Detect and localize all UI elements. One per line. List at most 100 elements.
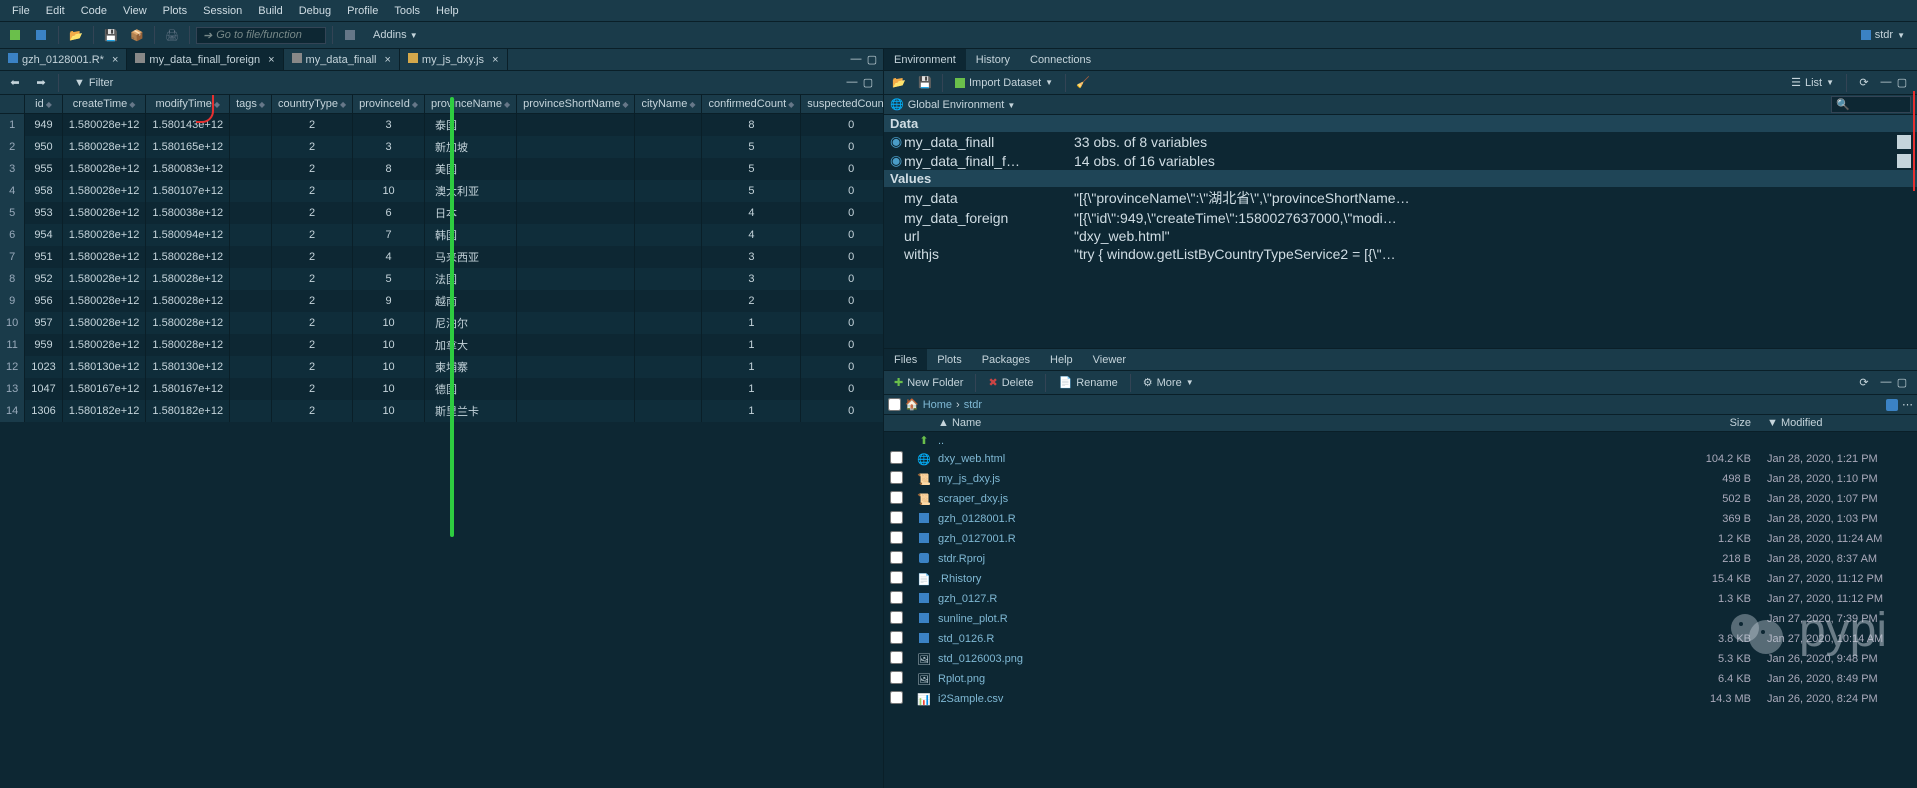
file-row[interactable]: gzh_0128001.R369 BJan 28, 2020, 1:03 PM bbox=[884, 509, 1917, 529]
col-header-suspectedCount[interactable]: suspectedCount◆ bbox=[801, 95, 883, 114]
env-tab-history[interactable]: History bbox=[966, 49, 1020, 70]
rproj-badge[interactable] bbox=[1886, 399, 1898, 411]
refresh-files-button[interactable]: ⟳ bbox=[1853, 373, 1875, 393]
table-row[interactable]: 99561.580028e+121.580028e+1229越南200 bbox=[0, 290, 883, 312]
col-header-id[interactable]: id◆ bbox=[25, 95, 62, 114]
home-icon[interactable]: 🏠 bbox=[905, 398, 919, 411]
table-row[interactable]: 1310471.580167e+121.580167e+12210德国100 bbox=[0, 378, 883, 400]
env-value-item[interactable]: my_data"[{\"provinceName\":\"湖北省\",\"pro… bbox=[884, 187, 1917, 209]
table-row[interactable]: 89521.580028e+121.580028e+1225法国300 bbox=[0, 268, 883, 290]
table-row[interactable]: 69541.580028e+121.580094e+1227韩国400 bbox=[0, 224, 883, 246]
files-tab-plots[interactable]: Plots bbox=[927, 349, 971, 370]
menu-help[interactable]: Help bbox=[428, 5, 467, 17]
file-checkbox[interactable] bbox=[890, 451, 903, 464]
col-size[interactable]: Size bbox=[1681, 417, 1751, 429]
clear-workspace-button[interactable]: 🧹 bbox=[1072, 73, 1094, 93]
file-checkbox[interactable] bbox=[890, 611, 903, 624]
table-row[interactable]: 59531.580028e+121.580038e+1226日本401 bbox=[0, 202, 883, 224]
files-tab-help[interactable]: Help bbox=[1040, 349, 1083, 370]
table-row[interactable]: 1413061.580182e+121.580182e+12210斯里兰卡100 bbox=[0, 400, 883, 422]
col-header-modifyTime[interactable]: modifyTime◆ bbox=[146, 95, 230, 114]
file-checkbox[interactable] bbox=[890, 491, 903, 504]
new-project-button[interactable] bbox=[30, 25, 52, 45]
grid-view-button[interactable] bbox=[339, 25, 361, 45]
col-header-createTime[interactable]: createTime◆ bbox=[62, 95, 146, 114]
file-row[interactable]: 🌐dxy_web.html104.2 KBJan 28, 2020, 1:21 … bbox=[884, 449, 1917, 469]
table-row[interactable]: 29501.580028e+121.580165e+1223新加坡500 bbox=[0, 136, 883, 158]
table-row[interactable]: 79511.580028e+121.580028e+1224马来西亚300 bbox=[0, 246, 883, 268]
print-button[interactable]: 🖨 bbox=[161, 25, 183, 45]
save-button[interactable]: 💾 bbox=[100, 25, 122, 45]
file-checkbox[interactable] bbox=[890, 651, 903, 664]
view-mode-dropdown[interactable]: ☰ List ▼ bbox=[1785, 74, 1840, 91]
file-row[interactable]: gzh_0127.R1.3 KBJan 27, 2020, 11:12 PM bbox=[884, 589, 1917, 609]
table-row[interactable]: 39551.580028e+121.580083e+1228美国500 bbox=[0, 158, 883, 180]
more-nav-button[interactable]: ⋯ bbox=[1902, 398, 1913, 411]
load-workspace-button[interactable]: 📂 bbox=[888, 73, 910, 93]
scope-selector[interactable]: Global Environment ▼ bbox=[908, 99, 1016, 111]
source-tab[interactable]: my_js_dxy.js× bbox=[400, 49, 508, 70]
close-tab-icon[interactable]: × bbox=[112, 54, 118, 66]
file-checkbox[interactable] bbox=[890, 471, 903, 484]
source-tab[interactable]: my_data_finall_foreign× bbox=[127, 49, 283, 70]
env-value-item[interactable]: my_data_foreign"[{\"id\":949,\"createTim… bbox=[884, 209, 1917, 227]
file-row[interactable]: 📄.Rhistory15.4 KBJan 27, 2020, 11:12 PM bbox=[884, 569, 1917, 589]
view-data-icon[interactable] bbox=[1897, 135, 1911, 149]
table-row[interactable]: 19491.580028e+121.580143e+1223泰国805 bbox=[0, 114, 883, 137]
menu-code[interactable]: Code bbox=[73, 5, 115, 17]
col-header-provinceName[interactable]: provinceName◆ bbox=[425, 95, 517, 114]
goto-function-input[interactable]: ➔Go to file/function bbox=[196, 27, 326, 44]
maximize-source[interactable]: ▢ bbox=[865, 53, 879, 66]
open-file-button[interactable]: 📂 bbox=[65, 25, 87, 45]
menu-edit[interactable]: Edit bbox=[38, 5, 73, 17]
source-tab[interactable]: gzh_0128001.R*× bbox=[0, 49, 127, 70]
parent-dir-row[interactable]: ⬆.. bbox=[884, 432, 1917, 449]
file-row[interactable]: 🖼Rplot.png6.4 KBJan 26, 2020, 8:49 PM bbox=[884, 669, 1917, 689]
col-header-countryType[interactable]: countryType◆ bbox=[272, 95, 353, 114]
table-row[interactable]: 119591.580028e+121.580028e+12210加拿大100 bbox=[0, 334, 883, 356]
more-dropdown[interactable]: ⚙More ▼ bbox=[1137, 374, 1200, 391]
import-dataset-dropdown[interactable]: Import Dataset ▼ bbox=[949, 75, 1059, 91]
menu-session[interactable]: Session bbox=[195, 5, 250, 17]
maximize-env[interactable]: ▢ bbox=[1895, 76, 1909, 89]
file-checkbox[interactable] bbox=[890, 691, 903, 704]
col-name[interactable]: ▲ Name bbox=[934, 417, 1681, 429]
data-viewer[interactable]: id◆createTime◆modifyTime◆tags◆countryTyp… bbox=[0, 95, 883, 788]
file-row[interactable]: gzh_0127001.R1.2 KBJan 28, 2020, 11:24 A… bbox=[884, 529, 1917, 549]
forward-button[interactable]: ➡ bbox=[30, 73, 52, 93]
files-tab-files[interactable]: Files bbox=[884, 349, 927, 370]
expand-icon[interactable]: ◉ bbox=[890, 133, 904, 150]
table-row[interactable]: 109571.580028e+121.580028e+12210尼泊尔100 bbox=[0, 312, 883, 334]
files-tab-packages[interactable]: Packages bbox=[972, 349, 1040, 370]
expand-icon[interactable]: ◉ bbox=[890, 152, 904, 169]
col-header-cityName[interactable]: cityName◆ bbox=[635, 95, 702, 114]
col-header-provinceShortName[interactable]: provinceShortName◆ bbox=[517, 95, 635, 114]
env-tab-connections[interactable]: Connections bbox=[1020, 49, 1101, 70]
table-row[interactable]: 1210231.580130e+121.580130e+12210柬埔寨100 bbox=[0, 356, 883, 378]
view-data-icon[interactable] bbox=[1897, 154, 1911, 168]
menu-view[interactable]: View bbox=[115, 5, 155, 17]
menu-profile[interactable]: Profile bbox=[339, 5, 386, 17]
menu-file[interactable]: File bbox=[4, 5, 38, 17]
col-header-confirmedCount[interactable]: confirmedCount◆ bbox=[702, 95, 801, 114]
close-tab-icon[interactable]: × bbox=[268, 54, 274, 66]
env-data-item[interactable]: ◉my_data_finall33 obs. of 8 variables bbox=[884, 132, 1917, 151]
file-checkbox[interactable] bbox=[890, 671, 903, 684]
menu-build[interactable]: Build bbox=[250, 5, 290, 17]
source-tab[interactable]: my_data_finall× bbox=[284, 49, 400, 70]
save-workspace-button[interactable]: 💾 bbox=[914, 73, 936, 93]
close-tab-icon[interactable]: × bbox=[384, 54, 390, 66]
files-tab-viewer[interactable]: Viewer bbox=[1083, 349, 1136, 370]
filter-toggle[interactable]: ▼Filter bbox=[65, 74, 122, 92]
file-row[interactable]: 📊i2Sample.csv14.3 MBJan 26, 2020, 8:24 P… bbox=[884, 689, 1917, 709]
file-row[interactable]: sunline_plot.RJan 27, 2020, 7:39 PM bbox=[884, 609, 1917, 629]
file-checkbox[interactable] bbox=[890, 531, 903, 544]
select-all-checkbox[interactable] bbox=[888, 398, 901, 411]
env-data-item[interactable]: ◉my_data_finall_f…14 obs. of 16 variable… bbox=[884, 151, 1917, 170]
file-row[interactable]: 🖼std_0126003.png5.3 KBJan 26, 2020, 9:48… bbox=[884, 649, 1917, 669]
new-file-button[interactable] bbox=[4, 25, 26, 45]
breadcrumb-folder[interactable]: stdr bbox=[964, 399, 982, 411]
addins-dropdown[interactable]: Addins ▼ bbox=[365, 27, 426, 43]
refresh-env-button[interactable]: ⟳ bbox=[1853, 73, 1875, 93]
col-modified[interactable]: ▼ Modified bbox=[1751, 417, 1911, 429]
